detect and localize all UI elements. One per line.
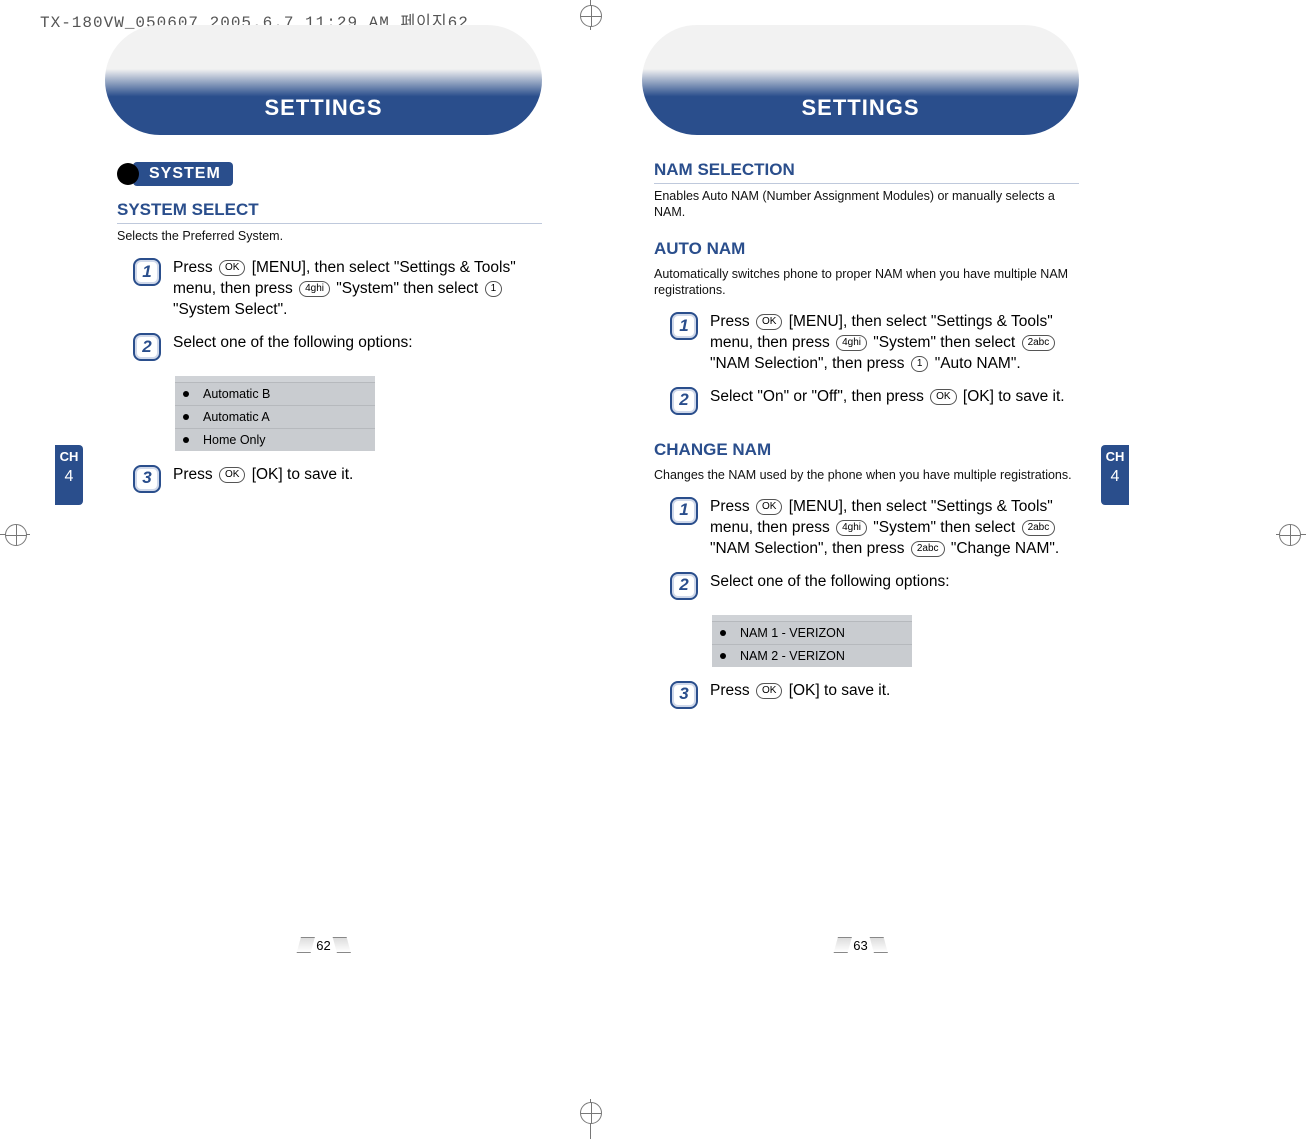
ok-key-icon: OK [756,314,782,330]
change-nam-step-3-text: Press OK [OK] to save it. [710,681,1079,716]
step-2-text: Select one of the following options: [173,333,542,368]
step-badge-1: 1 [133,258,161,286]
chapter-tab: CH 4 [55,445,83,505]
page-number: 62 [296,937,350,953]
step-badge-1: 1 [670,312,698,340]
registration-mark-left [5,524,27,546]
key-2-icon: 2abc [911,541,945,557]
step-badge-1: 1 [670,497,698,525]
step-2: 2 Select one of the following options: [133,333,542,368]
key-1-icon: 1 [911,356,929,372]
auto-nam-step-2-text: Select "On" or "Off", then press OK [OK]… [710,387,1079,422]
change-nam-step-1-text: Press OK [MENU], then select "Settings &… [710,497,1079,560]
option-row: Automatic A [175,405,375,428]
right-body: NAM SELECTION Enables Auto NAM (Number A… [654,160,1079,724]
registration-mark-right [1279,524,1301,546]
change-nam-options: NAM 1 - VERIZON NAM 2 - VERIZON [712,615,912,667]
page-title: SETTINGS [801,95,919,121]
step-1: 1 Press OK [MENU], then select "Settings… [133,258,542,321]
page-header: SETTINGS [105,25,542,135]
key-4-icon: 4ghi [836,520,867,536]
ok-key-icon: OK [756,499,782,515]
chip-dot-icon [117,163,139,185]
page-number: 63 [833,937,887,953]
chapter-label: CH [1101,450,1129,464]
page-title: SETTINGS [264,95,382,121]
auto-nam-desc: Automatically switches phone to proper N… [654,266,1079,299]
change-nam-step-1: 1 Press OK [MENU], then select "Settings… [670,497,1079,560]
bullet-icon [183,414,189,420]
chapter-number: 4 [1101,468,1129,486]
left-page: SETTINGS CH 4 SYSTEM SYSTEM SELECT Selec… [55,25,592,965]
right-page: SETTINGS CH 4 NAM SELECTION Enables Auto… [592,25,1129,965]
page-ornament-icon [296,937,314,953]
left-body: SYSTEM SELECT Selects the Preferred Syst… [117,200,542,508]
change-nam-desc: Changes the NAM used by the phone when y… [654,467,1079,483]
step-3-text: Press OK [OK] to save it. [173,465,542,500]
page-ornament-icon [333,937,351,953]
ok-key-icon: OK [219,260,245,276]
option-row: NAM 1 - VERIZON [712,621,912,644]
nam-selection-heading: NAM SELECTION [654,160,1079,184]
change-nam-heading: CHANGE NAM [654,440,1079,463]
ok-key-icon: OK [219,467,245,483]
key-4-icon: 4ghi [299,281,330,297]
page-ornament-icon [870,937,888,953]
auto-nam-step-1: 1 Press OK [MENU], then select "Settings… [670,312,1079,375]
step-3: 3 Press OK [OK] to save it. [133,465,542,500]
chapter-label: CH [55,450,83,464]
change-nam-step-2-text: Select one of the following options: [710,572,1079,607]
section-label: SYSTEM [133,162,233,186]
ok-key-icon: OK [930,389,956,405]
chapter-tab: CH 4 [1101,445,1129,505]
step-1-text: Press OK [MENU], then select "Settings &… [173,258,542,321]
step-badge-2: 2 [670,387,698,415]
bullet-icon [183,391,189,397]
system-select-desc: Selects the Preferred System. [117,228,542,244]
option-row: Automatic B [175,382,375,405]
chapter-number: 4 [55,468,83,486]
section-chip: SYSTEM [117,162,233,186]
step-badge-3: 3 [133,465,161,493]
nam-selection-desc: Enables Auto NAM (Number Assignment Modu… [654,188,1079,221]
key-4-icon: 4ghi [836,335,867,351]
registration-mark-bottom [580,1102,602,1124]
system-select-heading: SYSTEM SELECT [117,200,542,224]
change-nam-step-2: 2 Select one of the following options: [670,572,1079,607]
bullet-icon [720,630,726,636]
ok-key-icon: OK [756,683,782,699]
bullet-icon [183,437,189,443]
auto-nam-heading: AUTO NAM [654,239,1079,262]
auto-nam-step-1-text: Press OK [MENU], then select "Settings &… [710,312,1079,375]
option-row: Home Only [175,428,375,451]
bullet-icon [720,653,726,659]
key-2-icon: 2abc [1022,335,1056,351]
registration-mark-top [580,5,602,27]
page-ornament-icon [833,937,851,953]
step-badge-2: 2 [670,572,698,600]
system-select-options: Automatic B Automatic A Home Only [175,376,375,451]
change-nam-step-3: 3 Press OK [OK] to save it. [670,681,1079,716]
key-2-icon: 2abc [1022,520,1056,536]
option-row: NAM 2 - VERIZON [712,644,912,667]
page-header: SETTINGS [642,25,1079,135]
auto-nam-step-2: 2 Select "On" or "Off", then press OK [O… [670,387,1079,422]
step-badge-2: 2 [133,333,161,361]
step-badge-3: 3 [670,681,698,709]
key-1-icon: 1 [485,281,503,297]
